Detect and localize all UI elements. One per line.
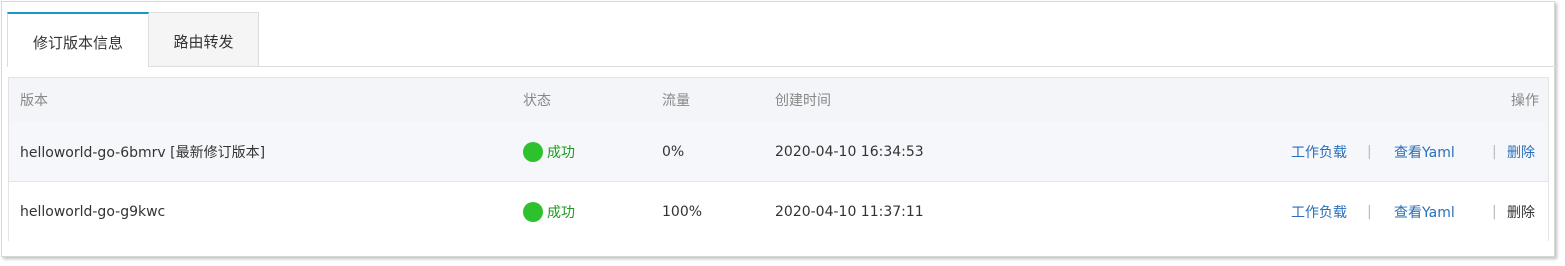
status-text: 成功 [547,144,575,161]
version-name: helloworld-go-g9kwc [20,203,166,220]
success-dot-icon [523,201,543,222]
workload-link[interactable]: 工作负载 [1291,122,1347,181]
table-row: helloworld-go-6bmrv [最新修订版本] 成功 0% 2020-… [9,122,1548,182]
table-row: helloworld-go-g9kwc 成功 100% 2020-04-10 1… [9,182,1548,241]
created-time: 2020-04-10 11:37:11 [775,203,924,220]
action-separator: | [1492,203,1497,220]
action-separator: | [1367,203,1372,220]
traffic-value: 100% [662,203,703,220]
status-cell: 成功 [523,122,575,181]
header-actions: 操作 [1511,93,1539,109]
success-dot-icon [523,141,543,162]
header-traffic: 流量 [662,93,690,109]
delete-link[interactable]: 删除 [1507,122,1535,181]
traffic-value: 0% [662,143,685,160]
status-cell: 成功 [523,182,575,241]
action-separator: | [1492,143,1497,160]
header-created-time: 创建时间 [775,93,831,109]
table-header: 版本 状态 流量 创建时间 操作 [9,78,1548,123]
version-name: helloworld-go-6bmrv [最新修订版本] [20,144,266,161]
view-yaml-link[interactable]: 查看Yaml [1394,122,1455,181]
header-version: 版本 [20,93,48,109]
tab-route-forwarding[interactable]: 路由转发 [149,12,259,66]
view-yaml-link[interactable]: 查看Yaml [1394,182,1455,241]
workload-link[interactable]: 工作负载 [1291,182,1347,241]
action-separator: | [1367,143,1372,160]
tab-bar: 修订版本信息 路由转发 [7,12,1558,67]
tab-divider [7,66,1558,67]
delete-link-disabled[interactable]: 删除 [1507,182,1535,241]
revision-table: 版本 状态 流量 创建时间 操作 helloworld-go-6bmrv [最新… [8,77,1549,241]
created-time: 2020-04-10 16:34:53 [775,143,924,160]
tab-revision-info[interactable]: 修订版本信息 [7,12,149,67]
status-text: 成功 [547,204,575,221]
header-status: 状态 [523,93,551,109]
